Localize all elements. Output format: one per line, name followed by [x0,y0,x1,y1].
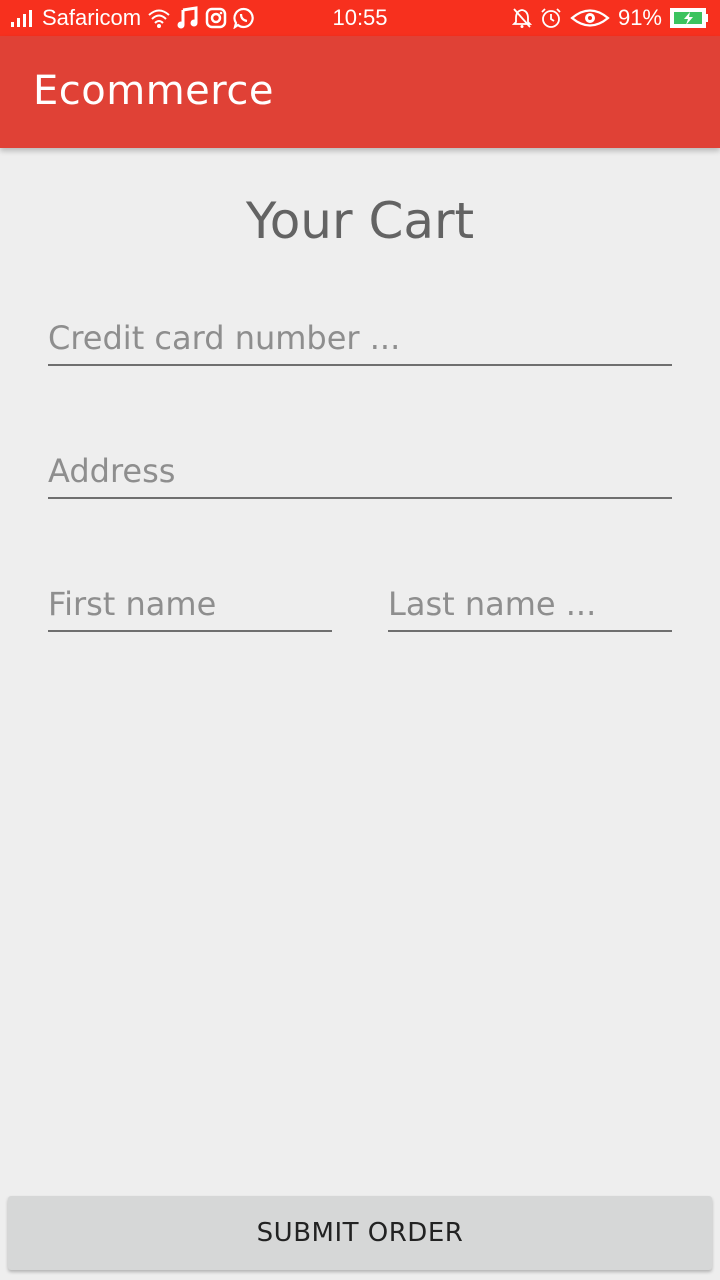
first-name-field [48,580,332,632]
address-field [48,447,672,499]
instagram-icon [205,7,227,29]
credit-card-input[interactable] [48,318,672,358]
first-name-input[interactable] [48,584,332,624]
signal-icon [10,8,36,28]
battery-charging-icon [670,7,710,29]
app-title: Ecommerce [33,68,274,114]
clock: 10:55 [332,5,388,30]
eye-icon [570,7,610,29]
status-bar-left: Safaricom [10,0,255,36]
credit-card-field [48,314,672,366]
status-bar-right: 91% [511,0,710,36]
address-input[interactable] [48,451,672,491]
status-bar: Safaricom 10:55 91% [0,0,720,36]
battery-percent: 91% [617,5,662,30]
last-name-field [388,580,672,632]
bell-off-icon [511,7,532,29]
carrier-name: Safaricom [42,5,142,30]
wifi-icon [147,7,171,29]
submit-order-button[interactable]: SUBMIT ORDER [8,1196,712,1270]
alarm-icon [540,7,562,29]
page-title: Your Cart [245,192,475,250]
app-bar: Ecommerce [0,36,720,148]
last-name-input[interactable] [388,584,672,624]
whatsapp-icon [233,7,255,29]
music-icon [177,6,199,30]
